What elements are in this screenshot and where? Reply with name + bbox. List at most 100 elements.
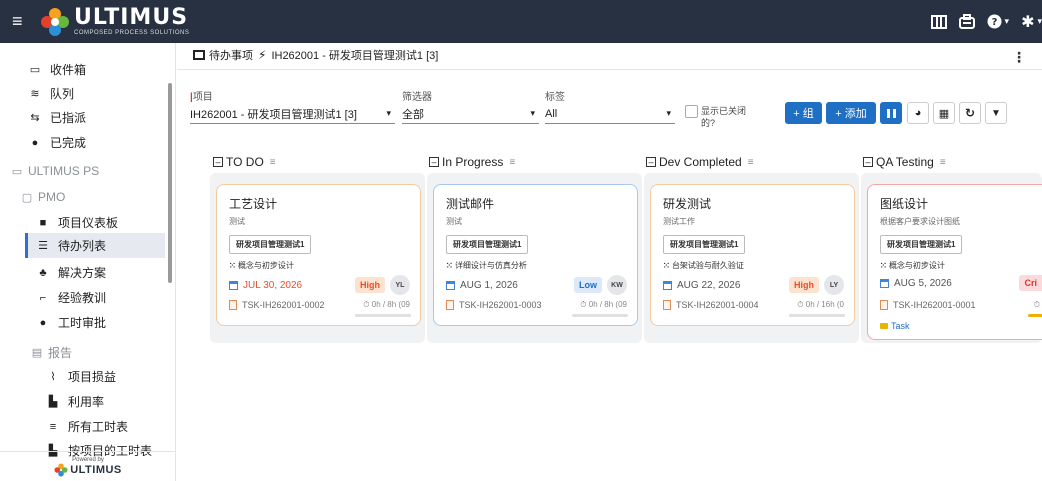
card-id-row: TSK-IH262001-0001 ⏱ — [880, 300, 1042, 310]
task-card[interactable]: 工艺设计 测试 研发项目管理测试1 ⁙ 概念与初步设计 JUL 30, 2026… — [216, 184, 421, 326]
collapse-icon[interactable]: – — [646, 157, 656, 167]
sidebar-section-label: PMO — [38, 190, 66, 204]
pie-chart-view-button[interactable]: ◕ — [907, 102, 929, 124]
kanban-view-button[interactable] — [880, 102, 902, 124]
kanban-icon — [886, 108, 896, 118]
project-tag: 研发项目管理测试1 — [663, 235, 746, 254]
footer-logo-icon — [54, 462, 68, 477]
lightning-icon: ⚡ — [258, 48, 267, 62]
sidebar-item-label: 所有工时表 — [68, 420, 129, 434]
avatar[interactable]: LY — [824, 275, 844, 295]
task-id[interactable]: TSK-IH262001-0004 — [663, 300, 759, 310]
card-date-row: AUG 22, 2026 High LY — [663, 275, 844, 295]
column-header-todo: – TO DO ≡ — [213, 155, 276, 169]
task-card[interactable]: 图纸设计 根据客户要求设计图纸 研发项目管理测试1 ⁙ 概念与初步设计 AUG … — [867, 184, 1042, 340]
tag-select-value: All — [545, 107, 558, 120]
sidebar-item-todo-list[interactable]: ☰ 待办列表 — [25, 233, 165, 258]
hours-progress-bar — [572, 314, 628, 317]
tag-select[interactable]: All ▾ — [545, 104, 675, 124]
sidebar-section-report[interactable]: ▤ 报告 — [30, 344, 72, 361]
collapse-icon[interactable]: – — [429, 157, 439, 167]
sidebar-item-completed[interactable]: ● 已完成 — [28, 134, 86, 151]
sidebar-item-solutions[interactable]: ♣ 解决方案 — [36, 264, 106, 281]
avatar[interactable]: YL — [390, 275, 410, 295]
column-header-qa-testing: – QA Testing ≡ — [863, 155, 946, 169]
hours-progress-bar — [355, 314, 411, 317]
collapse-icon[interactable]: – — [863, 157, 873, 167]
filter-label: 筛选器 — [402, 92, 432, 103]
project-select-value: IH262001 - 研发项目管理测试1 [3] — [190, 108, 357, 121]
show-closed-checkbox[interactable] — [685, 105, 698, 118]
task-id[interactable]: TSK-IH262001-0001 — [880, 300, 976, 310]
card-id-row: TSK-IH262001-0004 ⏱ 0h / 16h (0 — [663, 300, 844, 310]
table-icon: ≡ — [49, 420, 57, 433]
sidebar-item-project-pl[interactable]: ⌇ 项目损益 — [46, 368, 116, 385]
sidebar: ▭ 收件箱 ≋ 队列 ⇆ 已指派 ● 已完成 ▭ ULTIMUS PS ▢ PM… — [0, 43, 176, 481]
column-menu-icon[interactable]: ≡ — [270, 157, 276, 168]
breadcrumb-todo[interactable]: 待办事项 — [209, 47, 253, 63]
priority-badge: High — [789, 277, 819, 293]
column-menu-icon[interactable]: ≡ — [509, 157, 515, 168]
calendar-icon — [446, 280, 455, 290]
sidebar-item-all-timesheets[interactable]: ≡ 所有工时表 — [46, 418, 128, 435]
tag-icon — [880, 323, 888, 329]
card-description: 测试工作 — [663, 217, 695, 226]
task-card[interactable]: 研发测试 测试工作 研发项目管理测试1 ⁙ 台架试验与耐久验证 AUG 22, … — [650, 184, 855, 326]
ultimus-logo[interactable]: ULTIMUS COMPOSED PROCESS SOLUTIONS — [40, 6, 189, 37]
sidebar-item-label: 已指派 — [50, 111, 87, 125]
card-phase: ⁙ 概念与初步设计 — [229, 261, 294, 270]
check-circle-icon: ● — [39, 316, 47, 329]
card-phase: ⁙ 详细设计与仿真分析 — [446, 261, 527, 270]
settings-dropdown-chevron-icon[interactable]: ▾ — [1037, 16, 1042, 27]
column-title: Dev Completed — [659, 155, 742, 169]
document-icon — [663, 300, 671, 310]
stage-icon: ⁙ — [229, 261, 238, 270]
task-id[interactable]: TSK-IH262001-0003 — [446, 300, 542, 310]
show-closed-label: 显示已关闭 的? — [701, 106, 747, 128]
add-button[interactable]: + 添加 — [826, 102, 876, 124]
task-id[interactable]: TSK-IH262001-0002 — [229, 300, 325, 310]
sidebar-item-project-dashboard[interactable]: ■ 项目仪表板 — [36, 214, 118, 231]
sidebar-item-inbox[interactable]: ▭ 收件箱 — [28, 61, 86, 78]
folder-icon: ▢ — [21, 191, 33, 204]
grid-view-button[interactable]: ▦ — [933, 102, 955, 124]
sidebar-item-label: 收件箱 — [50, 63, 87, 77]
settings-icon[interactable]: ✱ ▾ — [1021, 12, 1042, 32]
card-description: 测试 — [446, 217, 462, 226]
document-icon — [880, 300, 888, 310]
collapse-icon[interactable]: – — [213, 157, 223, 167]
sidebar-section-pmo[interactable]: ▢ PMO — [20, 190, 66, 204]
filter-select[interactable]: 全部 ▾ — [402, 104, 539, 124]
sidebar-item-label: 工时审批 — [58, 316, 107, 330]
avatar[interactable]: KW — [607, 275, 627, 295]
sidebar-item-queue[interactable]: ≋ 队列 — [28, 85, 74, 102]
column-header-in-progress: – In Progress ≡ — [429, 155, 515, 169]
column-menu-icon[interactable]: ≡ — [940, 157, 946, 168]
sidebar-item-utilization[interactable]: ▙ 利用率 — [46, 393, 104, 410]
priority-badge: Cri — [1019, 275, 1042, 291]
columns-icon[interactable] — [930, 14, 947, 29]
priority-badge: Low — [574, 277, 602, 293]
more-options-icon[interactable]: ⋮ — [1012, 49, 1026, 66]
stage-icon: ⁙ — [446, 261, 455, 270]
hours-progress-bar — [1028, 314, 1042, 317]
column-menu-icon[interactable]: ≡ — [748, 157, 754, 168]
sidebar-item-label: 利用率 — [68, 395, 105, 409]
stage-icon: ⁙ — [880, 261, 889, 270]
filter-button[interactable]: ▼ — [985, 102, 1007, 124]
briefcase-icon[interactable] — [958, 14, 975, 29]
refresh-button[interactable]: ↻ — [959, 102, 981, 124]
help-icon[interactable]: ? ▾ — [987, 14, 1010, 29]
sidebar-item-label: 待办列表 — [58, 239, 107, 253]
sidebar-item-lessons-learned[interactable]: ⌐ 经验教训 — [36, 289, 106, 306]
sidebar-item-timesheet-approval[interactable]: ● 工时审批 — [36, 314, 106, 331]
sidebar-item-assigned[interactable]: ⇆ 已指派 — [28, 109, 86, 126]
help-dropdown-chevron-icon[interactable]: ▾ — [1005, 16, 1010, 27]
task-card[interactable]: 测试邮件 测试 研发项目管理测试1 ⁙ 详细设计与仿真分析 AUG 1, 202… — [433, 184, 638, 326]
hamburger-menu-icon[interactable]: ≡ — [12, 11, 32, 32]
project-select[interactable]: IH262001 - 研发项目管理测试1 [3] ▾ — [190, 104, 395, 124]
add-group-button[interactable]: + 组 — [785, 102, 822, 124]
list-icon: ☰ — [38, 240, 48, 252]
sidebar-scrollbar[interactable] — [168, 83, 172, 283]
sidebar-section-ultimus-ps[interactable]: ▭ ULTIMUS PS — [10, 164, 99, 178]
